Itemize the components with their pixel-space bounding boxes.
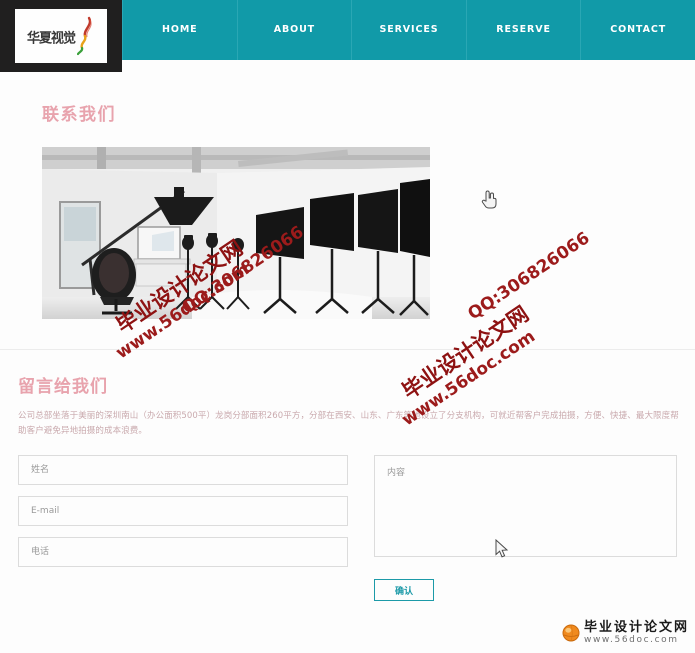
name-input[interactable] [18, 455, 348, 485]
submit-button[interactable]: 确认 [374, 579, 434, 601]
site-logo[interactable]: 华夏视觉 [0, 0, 122, 72]
page-title: 联系我们 [42, 105, 116, 125]
studio-photo [42, 147, 430, 319]
main-navigation: HOME ABOUT SERVICES RESERVE CONTACT [122, 0, 695, 60]
message-title: 留言给我们 [18, 377, 108, 397]
studio-photo-illustration [42, 147, 430, 319]
message-section: 留言给我们 公司总部坐落于美丽的深圳南山（办公面积500平）龙岗分部面积260平… [0, 350, 695, 601]
content-textarea[interactable] [374, 455, 677, 557]
footer-brand-url: www.56doc.com [583, 635, 679, 645]
phone-input[interactable] [18, 537, 348, 567]
contact-section: 联系我们 [0, 60, 695, 350]
form-right-column: 确认 [374, 455, 677, 601]
nav-item-services[interactable]: SERVICES [352, 0, 467, 60]
message-body: 公司总部坐落于美丽的深圳南山（办公面积500平）龙岗分部面积260平方，分部在西… [18, 411, 679, 436]
nav-item-about[interactable]: ABOUT [238, 0, 353, 60]
nav-item-home[interactable]: HOME [122, 0, 238, 60]
footer-brand: 毕业设计论文网 www.56doc.com [562, 621, 689, 645]
nav-item-contact[interactable]: CONTACT [581, 0, 695, 60]
form-left-column [18, 455, 348, 601]
footer-brand-name: 毕业设计论文网 [583, 620, 689, 635]
site-header: 华夏视觉 HOME ABOUT SERVICES RESERVE CONTACT [0, 0, 695, 72]
logo-inner: 华夏视觉 [15, 9, 107, 63]
footer-text-group: 毕业设计论文网 www.56doc.com [584, 621, 689, 645]
page-root: 华夏视觉 HOME ABOUT SERVICES RESERVE CONTACT… [0, 0, 695, 653]
orange-ball-icon [562, 624, 580, 642]
ribbon-swoosh-icon [77, 16, 92, 56]
nav-item-reserve[interactable]: RESERVE [467, 0, 582, 60]
email-input[interactable] [18, 496, 348, 526]
logo-text: 华夏视觉 [26, 30, 76, 46]
contact-form: 确认 [0, 455, 695, 601]
